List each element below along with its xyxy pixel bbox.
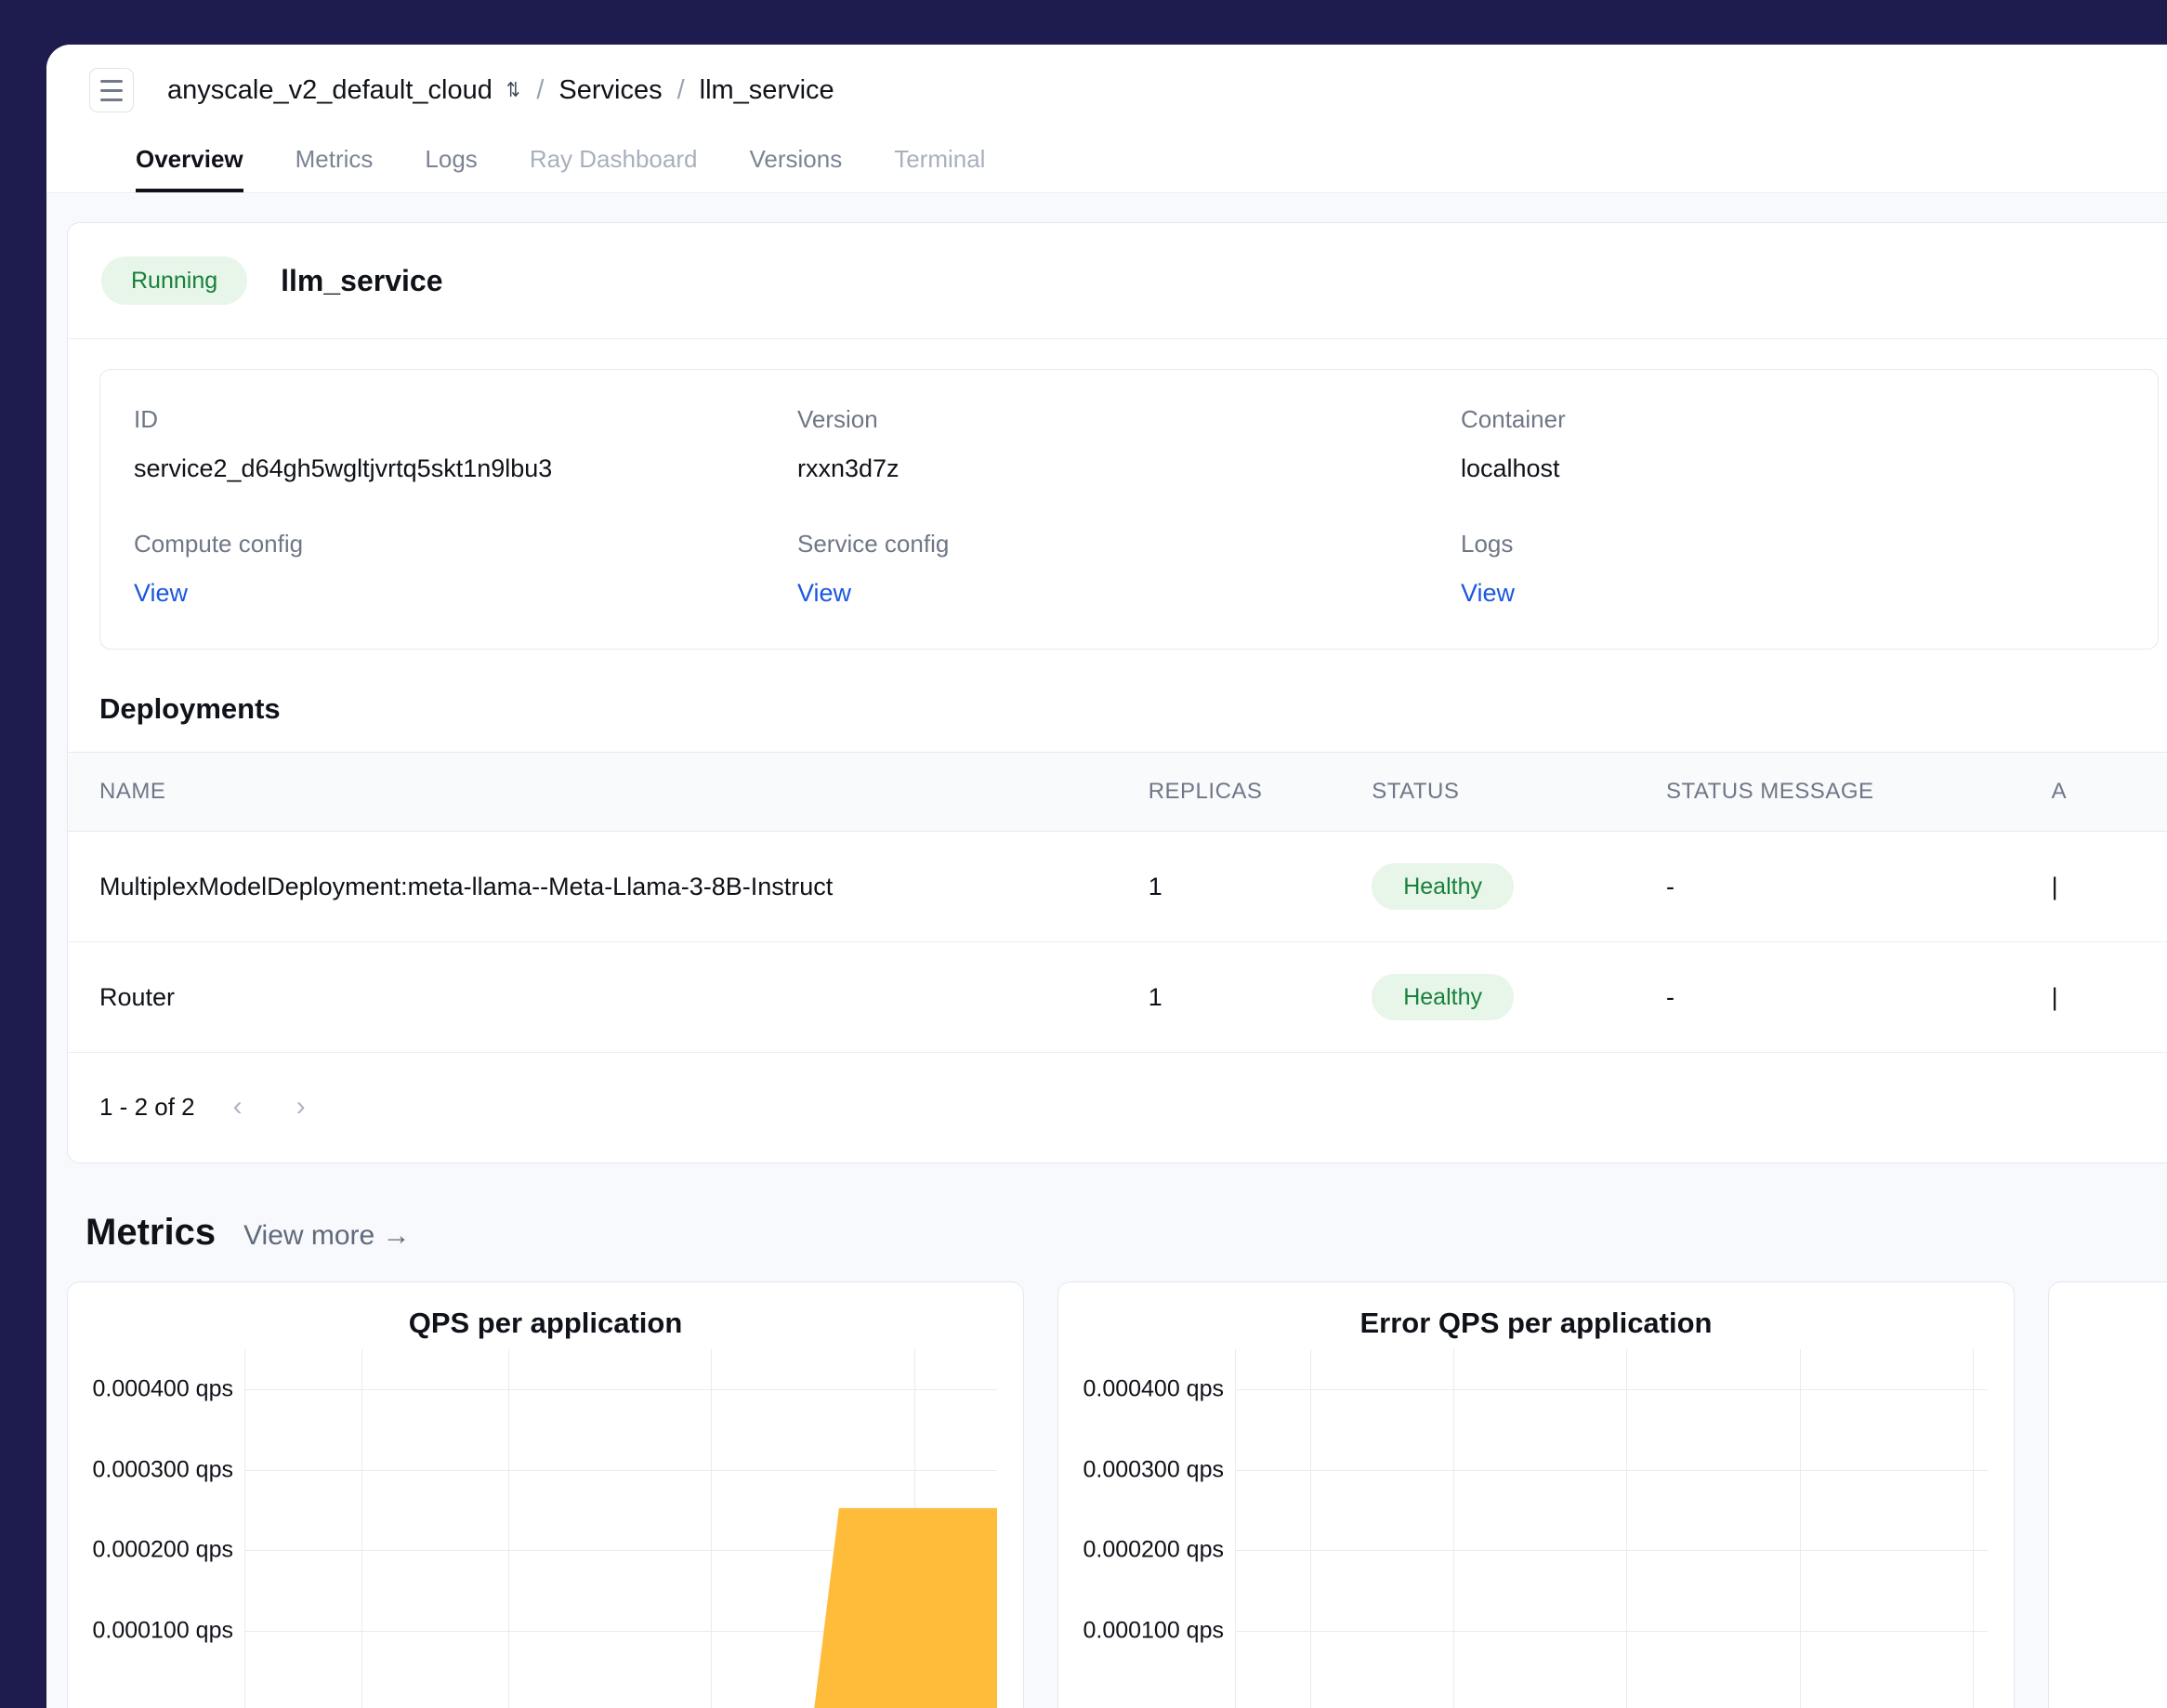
tab-versions[interactable]: Versions — [749, 145, 842, 192]
cell-status-message: - — [1666, 832, 2052, 942]
breadcrumb-separator: / — [677, 75, 685, 106]
chart-card-qps: QPS per application 0.000400 qps 0.00030… — [67, 1281, 1024, 1708]
y-tick-label: 0.000200 qps — [1083, 1537, 1224, 1564]
service-overview-card: Running llm_service ID service2_d64gh5wg… — [67, 222, 2167, 1163]
metrics-header: Metrics View more → — [85, 1212, 2167, 1254]
chart-gridlines-error-qps — [1235, 1349, 1988, 1708]
chart-y-axis-error-qps: 0.000400 qps 0.000300 qps 0.000200 qps 0… — [1058, 1349, 1224, 1708]
info-value-id: service2_d64gh5wgltjvrtq5skt1n9lbu3 — [134, 454, 797, 483]
y-tick-label: 0.000200 qps — [92, 1537, 233, 1564]
view-more-link[interactable]: View more → — [243, 1220, 411, 1252]
breadcrumb-current: llm_service — [700, 75, 834, 106]
y-tick-label: 0.000300 qps — [1083, 1456, 1224, 1483]
deployments-heading: Deployments — [99, 692, 2167, 726]
page-content: Running llm_service ID service2_d64gh5wg… — [46, 194, 2167, 1708]
cell-status: Healthy — [1372, 832, 1666, 942]
status-badge: Running — [101, 256, 247, 305]
info-label: Version — [797, 405, 1461, 434]
info-label: Compute config — [134, 530, 797, 558]
tab-overview[interactable]: Overview — [136, 145, 243, 192]
tab-bar: Overview Metrics Logs Ray Dashboard Vers… — [46, 136, 2167, 193]
hamburger-menu-button[interactable] — [89, 68, 134, 112]
desktop-background: anyscale_v2_default_cloud ⇅ / Services /… — [0, 0, 2167, 1673]
page-title: llm_service — [281, 264, 442, 298]
service-info-box: ID service2_d64gh5wgltjvrtq5skt1n9lbu3 V… — [99, 369, 2159, 650]
metrics-charts-row: QPS per application 0.000400 qps 0.00030… — [46, 1281, 2167, 1708]
hamburger-icon-line — [100, 99, 123, 101]
chart-plot-error-qps: 0.000400 qps 0.000300 qps 0.000200 qps 0… — [1235, 1349, 1988, 1708]
cell-replicas: 1 — [1149, 832, 1372, 942]
pagination: 1 - 2 of 2 ‹ › — [68, 1053, 2167, 1163]
y-tick-label: 0.000100 qps — [92, 1618, 233, 1645]
cell-truncated: | — [2052, 942, 2167, 1053]
column-header-replicas[interactable]: REPLICAS — [1149, 753, 1372, 832]
breadcrumb-cloud[interactable]: anyscale_v2_default_cloud — [167, 75, 492, 106]
column-header-status-message[interactable]: STATUS MESSAGE — [1666, 753, 2052, 832]
cell-status-message: - — [1666, 942, 2052, 1053]
breadcrumb-separator: / — [536, 75, 544, 106]
column-header-truncated[interactable]: A — [2052, 753, 2167, 832]
info-field-id: ID service2_d64gh5wgltjvrtq5skt1n9lbu3 — [134, 405, 797, 483]
service-config-view-link[interactable]: View — [797, 579, 1461, 608]
column-header-status[interactable]: STATUS — [1372, 753, 1666, 832]
deployments-table: NAME REPLICAS STATUS STATUS MESSAGE A Mu… — [68, 752, 2167, 1053]
chart-title-qps: QPS per application — [68, 1307, 1023, 1340]
tab-logs[interactable]: Logs — [425, 145, 477, 192]
table-header-row: NAME REPLICAS STATUS STATUS MESSAGE A — [68, 753, 2167, 832]
status-badge-healthy: Healthy — [1372, 863, 1514, 910]
chart-title-error-qps: Error QPS per application — [1058, 1307, 2014, 1340]
y-tick-label: 0.000100 qps — [1083, 1618, 1224, 1645]
pagination-range: 1 - 2 of 2 — [99, 1093, 195, 1122]
breadcrumb: anyscale_v2_default_cloud ⇅ / Services /… — [167, 75, 834, 106]
chart-plot-qps: 0.000400 qps 0.000300 qps 0.000200 qps 0… — [244, 1349, 997, 1708]
breadcrumb-services[interactable]: Services — [558, 75, 662, 106]
info-field-logs: Logs View — [1461, 530, 2124, 608]
chart-y-axis-qps: 0.000400 qps 0.000300 qps 0.000200 qps 0… — [68, 1349, 233, 1708]
deployments-table-body: MultiplexModelDeployment:meta-llama--Met… — [68, 832, 2167, 1053]
top-bar: anyscale_v2_default_cloud ⇅ / Services /… — [46, 45, 2167, 136]
cell-deployment-name: MultiplexModelDeployment:meta-llama--Met… — [68, 832, 1149, 942]
info-label: Service config — [797, 530, 1461, 558]
tab-ray-dashboard[interactable]: Ray Dashboard — [530, 145, 698, 192]
tab-metrics[interactable]: Metrics — [296, 145, 374, 192]
info-label: Logs — [1461, 530, 2124, 558]
hamburger-icon-line — [100, 89, 123, 92]
deployments-table-header: NAME REPLICAS STATUS STATUS MESSAGE A — [68, 753, 2167, 832]
tab-terminal[interactable]: Terminal — [894, 145, 985, 192]
app-window: anyscale_v2_default_cloud ⇅ / Services /… — [46, 45, 2167, 1708]
service-info-grid: ID service2_d64gh5wgltjvrtq5skt1n9lbu3 V… — [134, 405, 2124, 608]
cell-truncated: | — [2052, 832, 2167, 942]
column-header-name[interactable]: NAME — [68, 753, 1149, 832]
chart-area-series-qps — [244, 1349, 997, 1708]
table-row[interactable]: MultiplexModelDeployment:meta-llama--Met… — [68, 832, 2167, 942]
y-tick-label: 0.000400 qps — [92, 1376, 233, 1403]
chevron-right-icon[interactable]: › — [281, 1086, 322, 1127]
logs-view-link[interactable]: View — [1461, 579, 2124, 608]
hamburger-icon-line — [100, 80, 123, 83]
compute-config-view-link[interactable]: View — [134, 579, 797, 608]
info-field-container: Container localhost — [1461, 405, 2124, 483]
cell-replicas: 1 — [1149, 942, 1372, 1053]
table-row[interactable]: Router 1 Healthy - | — [68, 942, 2167, 1053]
info-label: ID — [134, 405, 797, 434]
chart-card-error-qps: Error QPS per application 0.000400 qps 0… — [1057, 1281, 2015, 1708]
cell-status: Healthy — [1372, 942, 1666, 1053]
info-value-container: localhost — [1461, 454, 2124, 483]
info-field-compute-config: Compute config View — [134, 530, 797, 608]
status-badge-healthy: Healthy — [1372, 974, 1514, 1020]
y-tick-label: 0.000400 qps — [1083, 1376, 1224, 1403]
info-field-version: Version rxxn3d7z — [797, 405, 1461, 483]
service-header: Running llm_service — [68, 223, 2167, 339]
info-value-version: rxxn3d7z — [797, 454, 1461, 483]
chart-card-third-partial — [2048, 1281, 2167, 1708]
cell-deployment-name: Router — [68, 942, 1149, 1053]
metrics-title: Metrics — [85, 1212, 216, 1254]
info-field-service-config: Service config View — [797, 530, 1461, 608]
chevron-left-icon[interactable]: ‹ — [217, 1086, 258, 1127]
info-label: Container — [1461, 405, 2124, 434]
chevron-updown-icon[interactable]: ⇅ — [506, 80, 520, 100]
y-tick-label: 0.000300 qps — [92, 1456, 233, 1483]
